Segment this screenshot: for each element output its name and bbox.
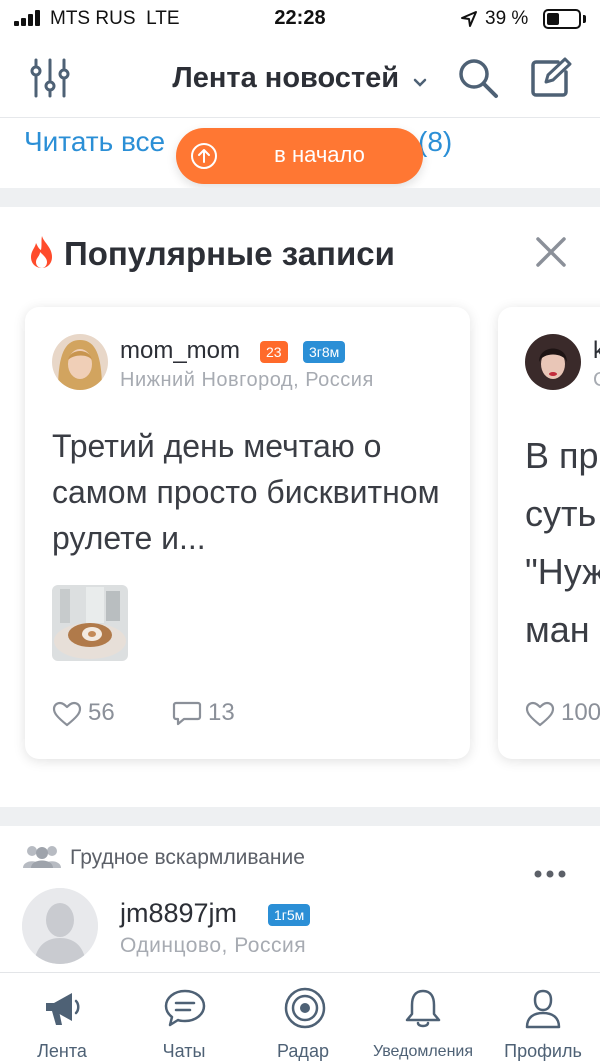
tab-profile[interactable]: Профиль — [483, 973, 600, 1063]
comment-icon — [172, 701, 202, 726]
battery-icon — [543, 9, 581, 29]
popular-section: Популярные записи mom_mom 23 3г8м Нижний… — [0, 207, 600, 807]
page-title: Лента новостей — [172, 62, 400, 94]
group-icon — [23, 846, 61, 868]
search-icon[interactable] — [456, 56, 500, 100]
tab-label: Радар — [277, 1041, 329, 1061]
radar-icon — [284, 987, 326, 1029]
tab-radar[interactable]: Радар — [243, 973, 363, 1063]
child-age-badge: 1г5м — [268, 904, 311, 926]
tab-chats[interactable]: Чаты — [124, 973, 244, 1063]
tab-label: Профиль — [504, 1041, 582, 1061]
child-age-badge: 3г8м — [303, 341, 346, 363]
avatar[interactable] — [525, 334, 581, 390]
more-options-icon[interactable] — [532, 866, 568, 882]
arrow-up-circle-icon — [191, 143, 217, 169]
user-location: Нижний Новгород, Россия — [120, 369, 374, 391]
avatar[interactable] — [22, 888, 98, 964]
scroll-to-top-button[interactable]: в начало — [176, 128, 423, 184]
like-button[interactable]: 100 — [525, 699, 600, 729]
post-image[interactable] — [52, 585, 128, 661]
username[interactable]: jm8897jm — [120, 898, 237, 929]
like-count: 100 — [561, 699, 600, 726]
divider — [0, 807, 600, 826]
tab-label: Чаты — [162, 1041, 206, 1061]
section-title: Популярные записи — [64, 235, 395, 272]
comment-count: 13 — [208, 699, 235, 726]
heart-icon — [52, 701, 82, 727]
chevron-down-icon — [413, 78, 426, 87]
group-name[interactable]: Грудное вскармливание — [70, 846, 305, 870]
app-header: Лента новостей — [0, 40, 600, 118]
tab-label: Лента — [37, 1041, 87, 1061]
user-location: Одинцово, Россия — [120, 934, 307, 957]
chat-bubble-icon — [164, 989, 206, 1027]
user-location: С — [593, 369, 600, 392]
close-icon[interactable] — [532, 233, 570, 271]
post-text[interactable]: Третий день мечтаю о самом просто бискви… — [52, 423, 452, 561]
default-avatar-icon — [22, 888, 98, 964]
heart-icon — [525, 701, 555, 727]
status-bar: MTS RUS LTE 22:28 39 % — [0, 0, 600, 40]
tab-bar: Лента Чаты Радар Уведомления Профиль — [0, 972, 600, 1063]
person-icon — [525, 989, 561, 1029]
post-text[interactable]: В пр суть "Нуж ман — [525, 427, 600, 659]
username[interactable]: mom_mom — [120, 337, 240, 365]
tab-label: Уведомления — [372, 1043, 474, 1060]
like-button[interactable]: 56 — [52, 699, 142, 729]
feed-selector[interactable]: Лента новостей — [0, 62, 600, 95]
battery-percent: 39 % — [485, 8, 529, 29]
like-count: 56 — [88, 699, 115, 726]
bell-icon — [405, 989, 441, 1028]
tab-feed[interactable]: Лента — [2, 973, 122, 1063]
username[interactable]: k — [593, 337, 600, 365]
divider — [0, 188, 600, 207]
avatar[interactable] — [52, 334, 108, 390]
age-badge: 23 — [260, 341, 288, 363]
compose-icon[interactable] — [528, 56, 572, 100]
megaphone-icon — [46, 993, 80, 1025]
read-all-link[interactable]: Читать все — [24, 126, 165, 158]
location-arrow-icon — [461, 11, 477, 27]
tab-notifications[interactable]: Уведомления — [363, 973, 483, 1063]
comment-button[interactable]: 13 — [172, 699, 262, 729]
popular-post-card[interactable]: k С В пр суть "Нуж ман 100 — [498, 307, 600, 759]
feed-post[interactable]: Грудное вскармливание jm8897jm 1г5м Один… — [0, 826, 600, 972]
fire-icon — [31, 236, 52, 268]
read-all-count: (8) — [418, 126, 453, 157]
scroll-to-top-label: в начало — [274, 142, 365, 167]
popular-post-card[interactable]: mom_mom 23 3г8м Нижний Новгород, Россия … — [25, 307, 470, 759]
